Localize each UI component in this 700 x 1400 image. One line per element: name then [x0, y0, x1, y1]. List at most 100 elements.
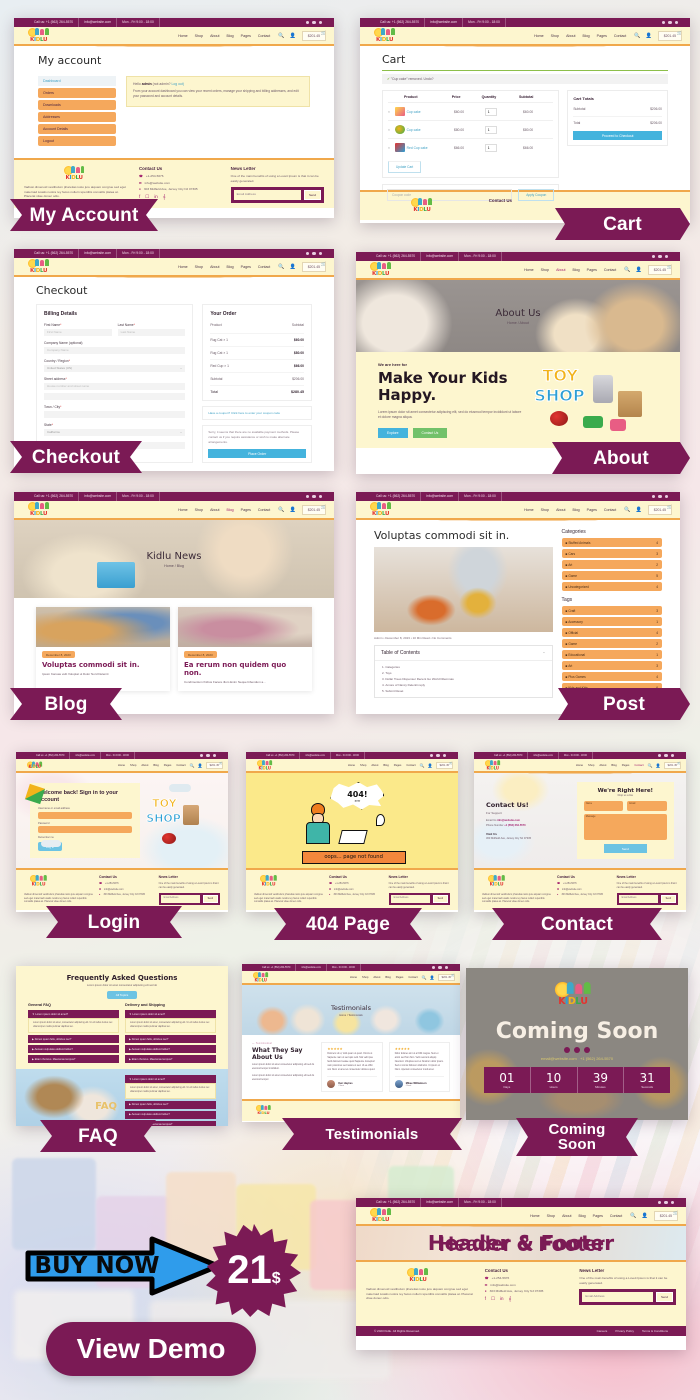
search-icon[interactable]: 🔍	[634, 33, 640, 39]
account-menu-item[interactable]: Addresses	[38, 112, 116, 122]
place-order-button[interactable]: Place Order	[208, 449, 306, 459]
twitter-icon[interactable]	[668, 20, 672, 25]
brand-logo[interactable]: KIDLU	[370, 502, 396, 517]
facebook-icon[interactable]	[305, 20, 309, 25]
nav-item-about[interactable]: About	[210, 265, 219, 269]
twitter-icon[interactable]: 𝄞	[163, 194, 166, 200]
brand-logo[interactable]: KIDLU	[253, 971, 272, 982]
nav-item-about[interactable]: About	[371, 764, 378, 767]
instagram-icon[interactable]	[318, 494, 322, 499]
facebook-icon[interactable]	[429, 753, 433, 758]
newsletter-send-button[interactable]: Send	[660, 895, 677, 904]
facebook-icon[interactable]	[651, 494, 655, 499]
instagram-icon[interactable]	[670, 753, 674, 758]
tag-item[interactable]: ■ Plus Games 4	[561, 672, 662, 681]
nav-item-about[interactable]: About	[210, 508, 219, 512]
cart-total[interactable]: $201.45 🛒	[301, 261, 326, 272]
qty-input[interactable]: 1	[484, 143, 497, 152]
instagram-icon[interactable]	[664, 494, 668, 499]
screenshot-testimonials[interactable]: Call us: +1 (562) 264-5570 info@website.…	[242, 964, 460, 1122]
cart-total[interactable]: $201.45 🛒	[437, 973, 455, 981]
nav-item-home[interactable]: Home	[530, 1214, 540, 1218]
newsletter-send-button[interactable]: Send	[303, 190, 321, 201]
password-input[interactable]	[38, 826, 133, 834]
name-input[interactable]: Name	[583, 801, 624, 811]
nav-item-blog[interactable]: Blog	[572, 268, 579, 272]
newsletter-input[interactable]: Email Address	[160, 895, 200, 904]
username-input[interactable]	[38, 811, 133, 819]
screenshot-checkout[interactable]: Call us: +1 (562) 264-5570 info@website.…	[14, 249, 334, 471]
account-icon[interactable]: 👤	[290, 33, 296, 39]
faq-question[interactable]: ▶ Donec quam felis, ultricies nec?	[28, 1035, 119, 1044]
screenshot-contact[interactable]: Call us: +1 (562) 264-5570 info@website.…	[474, 752, 686, 912]
twitter-icon[interactable]	[664, 753, 668, 758]
facebook-icon[interactable]: f	[485, 1296, 486, 1302]
search-icon[interactable]: 🔍	[190, 763, 195, 768]
facebook-icon[interactable]	[199, 753, 203, 758]
account-icon[interactable]: 👤	[198, 763, 203, 768]
instagram-icon[interactable]	[444, 965, 448, 970]
view-demo-button[interactable]: View Demo	[46, 1322, 256, 1376]
buy-now-button[interactable]: BUY NOW	[22, 1235, 222, 1297]
toc-item[interactable]: 5. Submit Reset	[382, 689, 545, 693]
nav-item-shop[interactable]: Shop	[541, 268, 549, 272]
nav-item-home[interactable]: Home	[178, 508, 188, 512]
screenshot-about[interactable]: Call us: +1 (562) 264-5570 info@website.…	[356, 252, 680, 474]
faq-question-open[interactable]: ▼ Lorem ipsum dolor sit amet?	[125, 1010, 216, 1018]
remove-icon[interactable]: ×	[388, 110, 393, 114]
nav-menu[interactable]: Home Shop About Blog Pages Contact	[178, 34, 270, 38]
account-icon[interactable]: 👤	[646, 33, 652, 39]
nav-item-shop[interactable]: Shop	[551, 34, 559, 38]
nav-item-pages[interactable]: Pages	[587, 508, 597, 512]
nav-item-pages[interactable]: Pages	[241, 508, 251, 512]
account-icon[interactable]: 👤	[428, 763, 433, 768]
nav-item-pages[interactable]: Pages	[622, 764, 630, 767]
faq-question-open[interactable]: ▼ Lorem ipsum dolor sit amet?	[125, 1075, 216, 1084]
search-icon[interactable]: 🔍	[278, 507, 284, 513]
nav-item-shop[interactable]: Shop	[360, 764, 366, 767]
state-select[interactable]: California ⌄	[44, 428, 186, 436]
cart-total[interactable]: $201.45 🛒	[657, 30, 682, 41]
nav-item-about[interactable]: About	[562, 1214, 571, 1218]
twitter-icon[interactable]	[312, 251, 316, 256]
instagram-icon[interactable]	[212, 753, 216, 758]
search-icon[interactable]: 🔍	[624, 267, 630, 273]
search-icon[interactable]: 🔍	[278, 264, 284, 270]
instagram-icon[interactable]	[442, 753, 446, 758]
last-name-input[interactable]: Last Name	[117, 329, 186, 336]
company-name-input[interactable]: Company Name	[44, 347, 186, 354]
nav-item-blog[interactable]: Blog	[385, 976, 390, 979]
nav-item-contact[interactable]: Contact	[406, 764, 415, 767]
remember-me-checkbox[interactable]: Remember me	[38, 836, 132, 839]
nav-item-contact[interactable]: Contact	[634, 764, 643, 767]
nav-item-home[interactable]: Home	[350, 976, 357, 979]
nav-item-pages[interactable]: Pages	[241, 265, 251, 269]
first-name-input[interactable]: First Name	[44, 329, 112, 336]
newsletter-input[interactable]: Email Address	[233, 190, 301, 201]
nav-item-blog[interactable]: Blog	[226, 508, 233, 512]
tag-item[interactable]: ■ Art 3	[561, 661, 662, 670]
coming-soon-phone[interactable]: +1 (562) 264-5570	[580, 1056, 613, 1061]
category-item[interactable]: ■ Game 5	[561, 571, 662, 580]
faq-question[interactable]: ▶ Donec quam felis, ultricies nec?	[125, 1035, 216, 1044]
brand-logo[interactable]: KIDLU	[27, 761, 42, 769]
faq-question[interactable]: ▶ Aenean vulputate eleifend tellus?	[125, 1110, 216, 1119]
linkedin-icon[interactable]: in	[500, 1296, 504, 1302]
screenshot-coming-soon[interactable]: KIDLU Coming Soon email@website.com +1 (…	[466, 968, 688, 1120]
nav-item-blog[interactable]: Blog	[582, 34, 589, 38]
nav-menu[interactable]: Home Shop About Blog Pages Contact	[524, 268, 616, 272]
nav-item-blog[interactable]: Blog	[226, 34, 233, 38]
nav-item-shop[interactable]: Shop	[362, 976, 368, 979]
footer-link-terms[interactable]: Terms & Conditions	[642, 1329, 668, 1333]
account-menu-item[interactable]: Account Details	[38, 124, 116, 134]
category-item[interactable]: ■ Stuffed Animals 4	[561, 538, 662, 547]
qty-input[interactable]: 1	[484, 107, 497, 116]
twitter-icon[interactable]	[312, 494, 316, 499]
cart-total[interactable]: $201.45 🛒	[435, 761, 453, 769]
cart-total[interactable]: $201.45 🛒	[663, 761, 681, 769]
instagram-icon[interactable]: ☐	[491, 1296, 495, 1302]
nav-item-shop[interactable]: Shop	[541, 508, 549, 512]
country-select[interactable]: United States (US) ⌄	[44, 365, 186, 372]
search-icon[interactable]: 🔍	[278, 33, 284, 39]
instagram-icon[interactable]	[664, 254, 668, 259]
